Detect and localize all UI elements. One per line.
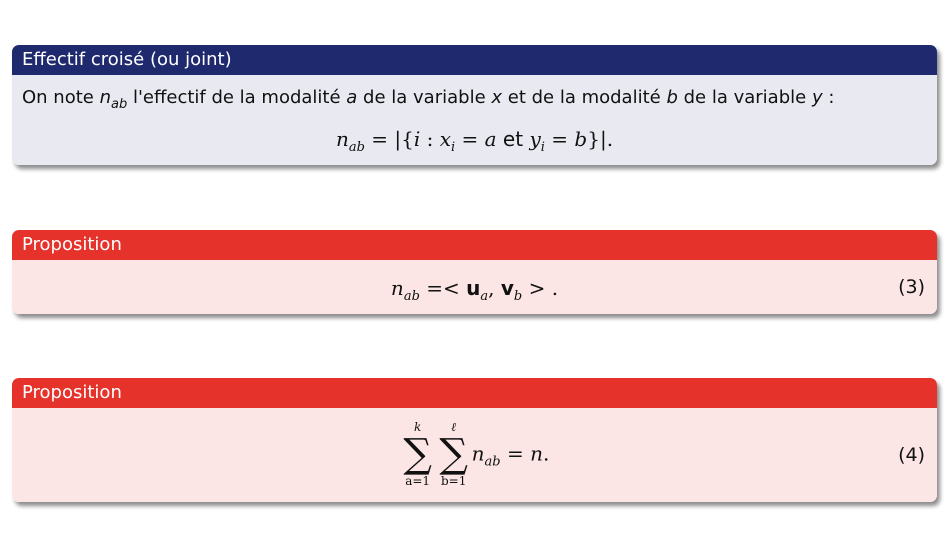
intro-text: : <box>822 87 835 108</box>
math-sub-ab: ab <box>111 97 128 112</box>
math-a: a <box>346 87 358 108</box>
definition-body: On note nab l'effectif de la modalité a … <box>12 75 937 165</box>
math-op: > . <box>522 276 559 300</box>
math-a: a <box>484 127 497 151</box>
math-sub-ab: ab <box>484 454 501 470</box>
math-n: n <box>530 441 543 466</box>
math-x: x <box>491 87 503 108</box>
proposition-block-1: Proposition nab =< ua, vb > . (3) <box>12 230 937 314</box>
definition-intro: On note nab l'effectif de la modalité a … <box>22 87 834 112</box>
math-sub-a: a <box>480 289 489 304</box>
proposition-block-2: Proposition k ∑ a=1 ℓ ∑ b=1 nab = n. (4) <box>12 378 937 502</box>
math-b: b <box>574 127 588 151</box>
sigma-glyph: ∑ <box>439 431 468 477</box>
proposition-title: Proposition <box>12 378 937 408</box>
math-op: = <box>544 127 575 151</box>
math-n: n <box>390 276 404 300</box>
sum-symbol: ℓ ∑ b=1 <box>436 420 472 490</box>
math-op: = <box>500 441 531 466</box>
math-sub-ab: ab <box>403 289 420 304</box>
math-n: n <box>99 87 111 108</box>
math-sub-b: b <box>513 289 523 304</box>
intro-text: et de la modalité <box>502 87 667 108</box>
math-sub-ab: ab <box>348 140 365 155</box>
sum-lower-limit: b=1 <box>440 474 467 488</box>
math-y: y <box>811 87 823 108</box>
math-n: n <box>335 127 349 151</box>
equation-number: (3) <box>898 276 925 298</box>
math-op: = |{ <box>364 127 414 151</box>
math-op: , <box>488 276 501 300</box>
math-op: }|. <box>587 127 614 151</box>
intro-text: On note <box>22 87 100 108</box>
math-b: b <box>666 87 678 108</box>
math-text-et: et <box>496 127 530 151</box>
proposition-formula: nab =< ua, vb > . <box>12 276 937 304</box>
math-vector-u: u <box>466 276 481 300</box>
proposition-title: Proposition <box>12 230 937 260</box>
sum-lower-limit: a=1 <box>405 474 431 488</box>
math-x: x <box>439 127 451 151</box>
equation-number: (4) <box>898 444 925 466</box>
intro-text: l'effectif de la modalité <box>127 87 347 108</box>
proposition-body: nab =< ua, vb > . (3) <box>12 260 937 314</box>
intro-text: de la variable <box>357 87 492 108</box>
proposition-body: k ∑ a=1 ℓ ∑ b=1 nab = n. (4) <box>12 408 937 502</box>
math-n: n <box>471 441 485 466</box>
math-op: . <box>542 441 550 466</box>
sum-symbol: k ∑ a=1 <box>400 420 436 490</box>
definition-block: Effectif croisé (ou joint) On note nab l… <box>12 45 937 165</box>
intro-text: de la variable <box>677 87 812 108</box>
sigma-glyph: ∑ <box>403 431 432 477</box>
proposition-formula: k ∑ a=1 ℓ ∑ b=1 nab = n. <box>12 420 937 490</box>
math-op: : <box>420 127 440 151</box>
math-op: =< <box>419 276 467 300</box>
definition-title: Effectif croisé (ou joint) <box>12 45 937 75</box>
math-op: = <box>455 127 485 151</box>
definition-formula: nab = |{i : xi = a et yi = b}|. <box>12 127 937 155</box>
math-vector-v: v <box>500 276 514 300</box>
math-y: y <box>529 127 541 151</box>
